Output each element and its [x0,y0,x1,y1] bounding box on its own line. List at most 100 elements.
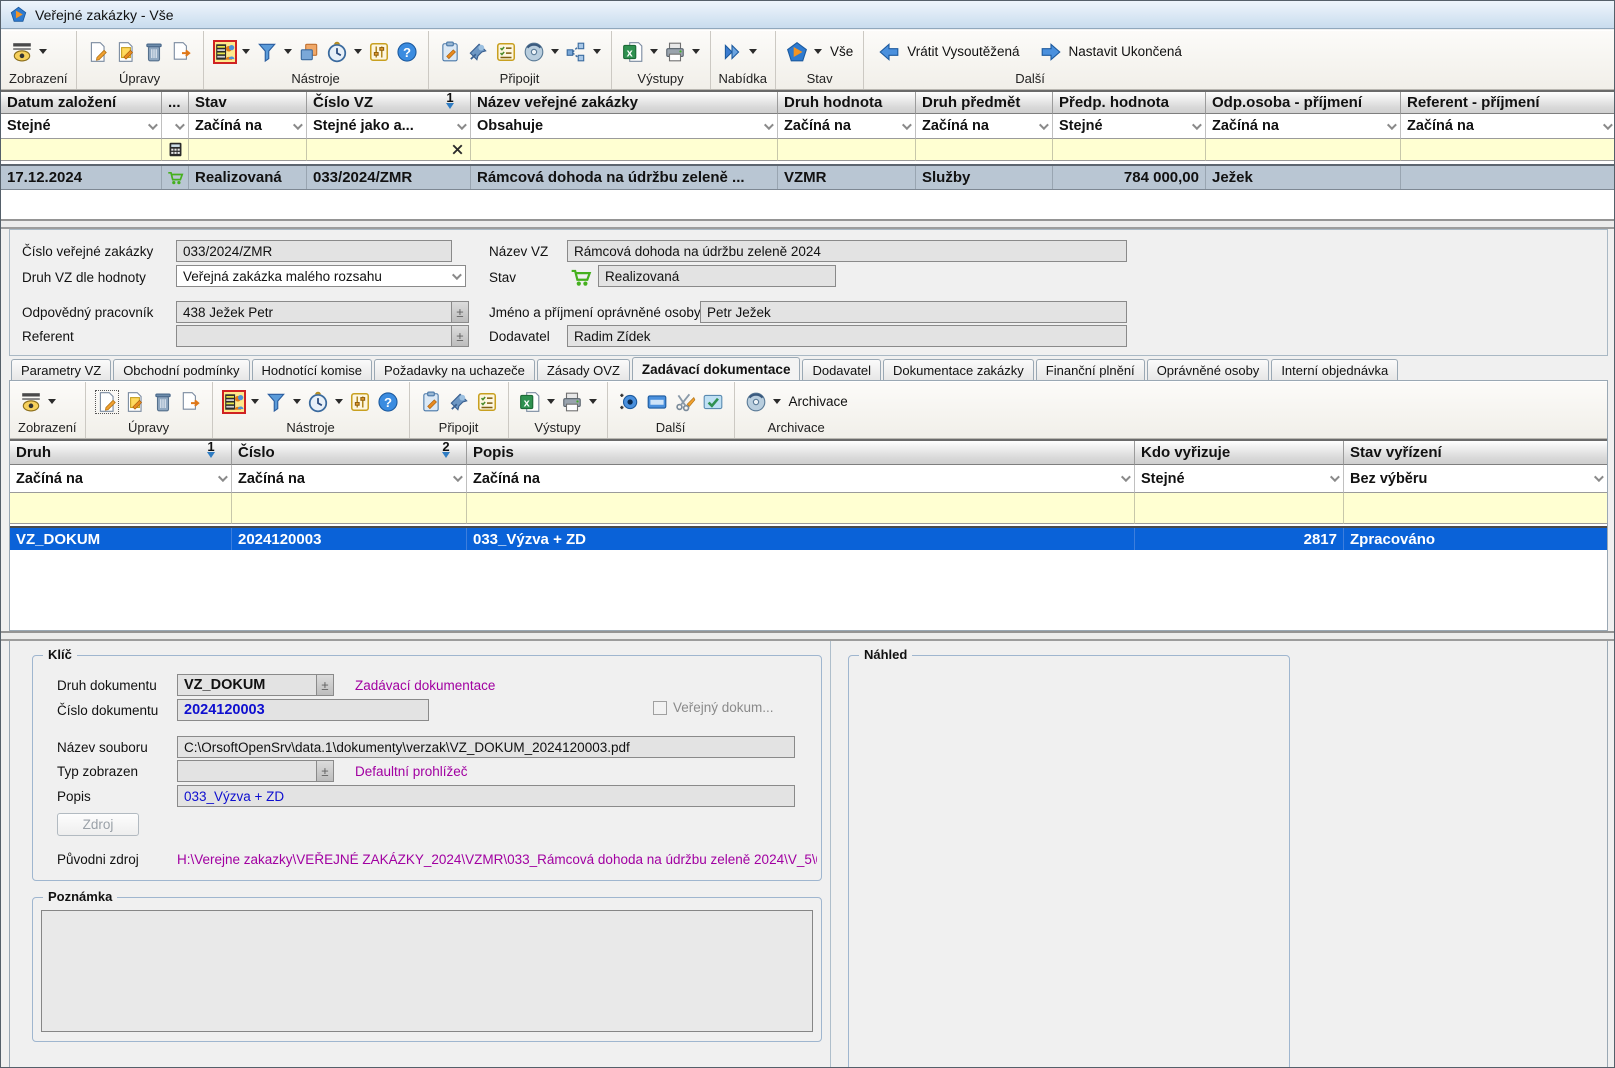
filter-operator[interactable]: Stejné [1135,465,1344,493]
cell-ikona[interactable] [162,166,189,189]
column-header-popis[interactable]: Popis [467,441,1135,465]
tab-parametry-vz[interactable]: Parametry VZ [11,359,111,380]
filter-operator[interactable]: Obsahuje [471,114,778,139]
pin-icon[interactable] [448,391,470,413]
column-select-dropdown-arrow[interactable] [251,399,259,404]
filter-operator[interactable]: Začíná na [232,465,467,493]
column-select-dropdown-arrow[interactable] [242,49,250,54]
filter-operator[interactable]: Stejné jako a... [307,114,471,139]
menu-chevrons-icon[interactable] [721,41,743,63]
view-icon[interactable] [20,391,42,413]
tab-opravnene-osoby[interactable]: Oprávněné osoby [1147,359,1270,380]
filter-input[interactable] [232,493,467,524]
filter-operator[interactable]: Začíná na [189,114,307,139]
approve-check-icon[interactable] [702,391,724,413]
menu-dropdown-arrow[interactable] [749,49,757,54]
tab-obchodni-podminky[interactable]: Obchodní podmínky [113,359,249,380]
poznamka-textarea[interactable] [41,910,813,1032]
excel-dropdown-arrow[interactable] [547,399,555,404]
nazev-vz-field[interactable]: Rámcová dohoda na údržbu zeleně 2024 [567,240,1127,262]
dodavatel-field[interactable]: Radim Zídek [567,325,1127,347]
column-header-predp-hodnota[interactable]: Předp. hodnota [1053,92,1206,114]
cell-referent[interactable] [1401,166,1615,189]
cell-odp-osoba[interactable]: Ježek [1206,166,1401,189]
column-header-cislo[interactable]: Číslo 2 [232,441,467,465]
disc-dropdown-arrow[interactable] [551,49,559,54]
filter-icon[interactable] [256,41,278,63]
filter-operator[interactable]: Začíná na [916,114,1053,139]
lookup-spinner-button[interactable]: ± [316,760,334,782]
print-dropdown-arrow[interactable] [692,49,700,54]
archive-dropdown-arrow[interactable] [773,399,781,404]
status-pentagon-icon[interactable] [786,41,808,63]
filter-input[interactable] [1135,493,1344,524]
cislo-dokumentu-field[interactable]: 2024120003 [177,699,429,721]
share-icon[interactable] [565,41,587,63]
filter-icon[interactable] [265,391,287,413]
nastavit-ukoncena-button[interactable]: Nastavit Ukončená [1036,41,1186,63]
history-dropdown-arrow[interactable] [335,399,343,404]
cislo-vz-field[interactable]: 033/2024/ZMR [176,240,452,262]
history-clock-icon[interactable] [307,391,329,413]
cell-druh[interactable]: VZ_DOKUM [10,528,232,550]
disc-icon[interactable] [523,41,545,63]
column-header-nazev[interactable]: Název veřejné zakázky [471,92,778,114]
checklist-icon[interactable] [495,41,517,63]
tab-interni-objednavka[interactable]: Interní objednávka [1271,359,1398,380]
filter-input[interactable] [1053,139,1206,161]
tab-hodnotici-komise[interactable]: Hodnotící komise [252,359,372,380]
horizontal-splitter[interactable] [1,219,1615,229]
cell-druh-predmet[interactable]: Služby [916,166,1053,189]
cell-predp-hodnota[interactable]: 784 000,00 [1053,166,1206,189]
filter-operator[interactable]: Stejné [1053,114,1206,139]
print-icon[interactable] [664,41,686,63]
copy-record-icon[interactable] [171,41,193,63]
cell-stav-vyrizeni[interactable]: Zpracováno [1344,528,1607,550]
horizontal-splitter[interactable] [1,631,1615,641]
filter-input[interactable] [916,139,1053,161]
filter-operator[interactable] [162,114,189,139]
cell-kdo-vyrizuje[interactable]: 2817 [1135,528,1344,550]
column-header-referent[interactable]: Referent - příjmení [1401,92,1615,114]
typ-zobrazeni-field[interactable] [177,760,317,782]
column-header-druh-predmet[interactable]: Druh předmět [916,92,1053,114]
excel-export-icon[interactable]: x [519,391,541,413]
status-filter-value[interactable]: Vše [830,44,853,59]
view-dropdown-arrow[interactable] [39,49,47,54]
filter-input[interactable] [1206,139,1401,161]
column-header-stav-vyrizeni[interactable]: Stav vyřízení [1344,441,1607,465]
new-record-icon[interactable] [87,41,109,63]
tab-financni-plneni[interactable]: Finanční plnění [1036,359,1145,380]
odpovedny-pracovnik-field[interactable]: 438 Ježek Petr [176,301,452,323]
history-dropdown-arrow[interactable] [354,49,362,54]
column-header-datum[interactable]: Datum založení [1,92,162,114]
filter-input[interactable] [467,493,1135,524]
view-icon[interactable] [11,41,33,63]
new-record-icon[interactable] [96,391,118,413]
filter-input[interactable] [10,493,232,524]
share-dropdown-arrow[interactable] [593,49,601,54]
filter-dropdown-arrow[interactable] [284,49,292,54]
column-header-druh-hodnota[interactable]: Druh hodnota [778,92,916,114]
lookup-spinner-button[interactable]: ± [451,301,469,323]
filter-operator[interactable]: Stejné [1,114,162,139]
column-header-kdo-vyrizuje[interactable]: Kdo vyřizuje [1135,441,1344,465]
archive-disc-icon[interactable] [745,391,767,413]
nazev-souboru-field[interactable]: C:\OrsoftOpenSrv\data.1\dokumenty\verzak… [177,736,795,758]
filter-input[interactable] [1344,493,1607,524]
vz-table-selected-row[interactable]: 17.12.2024 Realizovaná 033/2024/ZMR Rámc… [1,164,1615,190]
cell-nazev[interactable]: Rámcová dohoda na údržbu zeleně ... [471,166,778,189]
filter-operator[interactable]: Začíná na [467,465,1135,493]
merge-icon[interactable] [298,41,320,63]
filter-input[interactable] [307,139,471,161]
tab-zadavaci-dokumentace[interactable]: Zadávací dokumentace [632,357,801,380]
column-select-icon[interactable] [214,41,236,63]
doc-table-selected-row[interactable]: VZ_DOKUM 2024120003 033_Výzva + ZD 2817 … [10,526,1607,550]
excel-export-icon[interactable]: x [622,41,644,63]
druh-dokumentu-field[interactable]: VZ_DOKUM [177,674,317,696]
column-header-druh[interactable]: Druh 1 [10,441,232,465]
excel-dropdown-arrow[interactable] [650,49,658,54]
checklist-icon[interactable] [476,391,498,413]
column-select-icon[interactable] [223,391,245,413]
cell-druh-hodnota[interactable]: VZMR [778,166,916,189]
